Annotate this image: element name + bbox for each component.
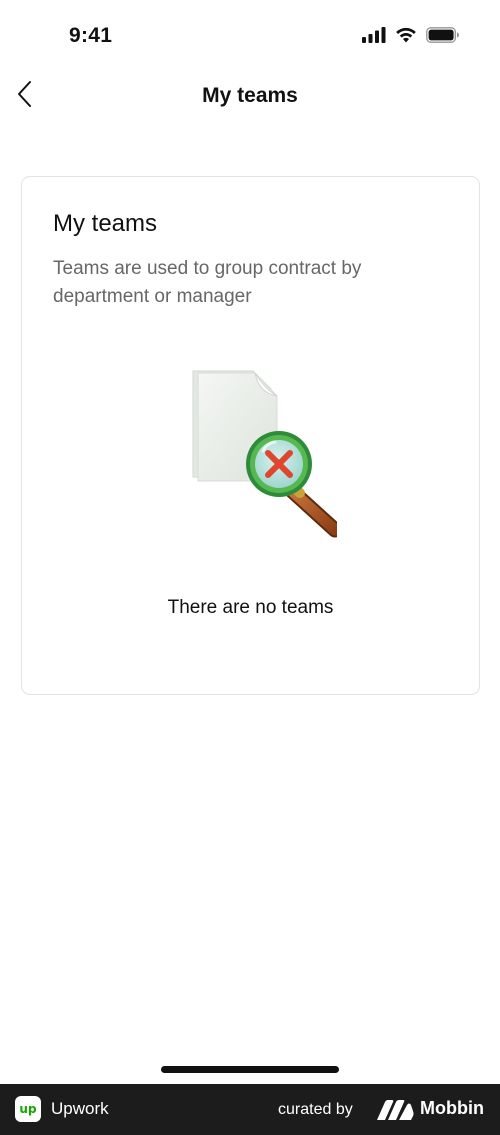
document-search-no-results-icon — [167, 363, 343, 538]
mobbin-logo-icon — [376, 1099, 414, 1121]
battery-icon — [426, 27, 460, 48]
wifi-icon — [395, 27, 417, 48]
page-title: My teams — [202, 84, 298, 107]
curator-name: Mobbin — [420, 1098, 484, 1118]
app-logo-text: up — [19, 1102, 37, 1116]
signal-icon — [362, 27, 386, 48]
card-description: Teams are used to group contract by depa… — [53, 258, 362, 307]
teams-card: My teams Teams are used to group contrac… — [21, 176, 480, 695]
status-time: 9:41 — [69, 24, 113, 47]
upwork-logo-icon: up — [15, 1096, 41, 1122]
curated-label: curated by — [278, 1101, 353, 1118]
screen: 9:41 My teams My teams Teams are used to… — [0, 0, 500, 1135]
attribution-footer: up Upwork curated by Mobbin — [0, 1084, 500, 1135]
status-icons — [362, 27, 460, 48]
empty-state-message: There are no teams — [167, 597, 334, 618]
home-indicator[interactable] — [161, 1066, 339, 1073]
status-bar: 9:41 — [0, 0, 500, 75]
app-name: Upwork — [51, 1099, 109, 1118]
nav-bar: My teams — [0, 75, 500, 120]
card-title: My teams — [53, 210, 158, 237]
